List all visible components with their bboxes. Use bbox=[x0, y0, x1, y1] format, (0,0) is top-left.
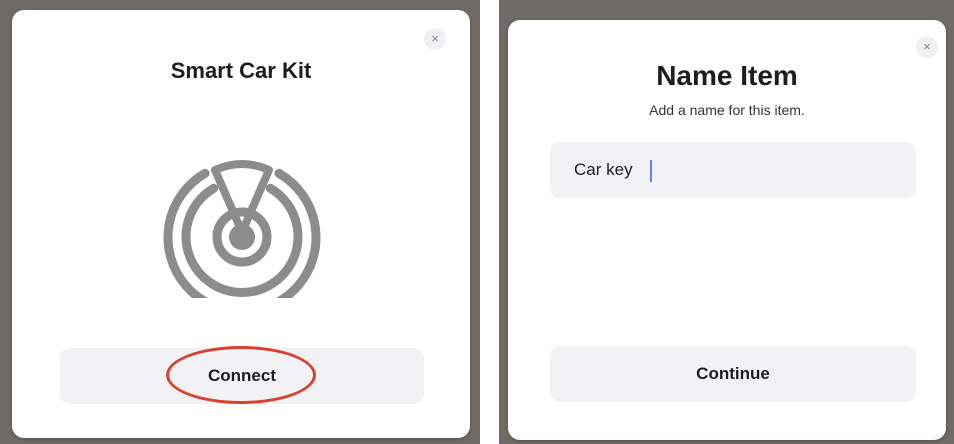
close-icon[interactable]: × bbox=[424, 28, 446, 50]
continue-button[interactable]: Continue bbox=[550, 346, 916, 402]
text-caret bbox=[650, 160, 652, 182]
radar-center-dot bbox=[229, 224, 255, 250]
dialog-title: Smart Car Kit bbox=[170, 58, 312, 83]
dialog-title: Name Item bbox=[656, 60, 798, 91]
smart-car-kit-dialog: × Smart Car Kit Connect bbox=[12, 10, 470, 438]
radar-icon bbox=[163, 160, 321, 298]
connect-button[interactable]: Connect bbox=[60, 348, 424, 404]
dialog-subtitle: Add a name for this item. bbox=[649, 102, 805, 118]
item-name-input[interactable] bbox=[550, 142, 916, 198]
close-icon[interactable]: × bbox=[916, 36, 938, 58]
name-item-dialog: × Name Item Add a name for this item. Co… bbox=[508, 20, 946, 440]
